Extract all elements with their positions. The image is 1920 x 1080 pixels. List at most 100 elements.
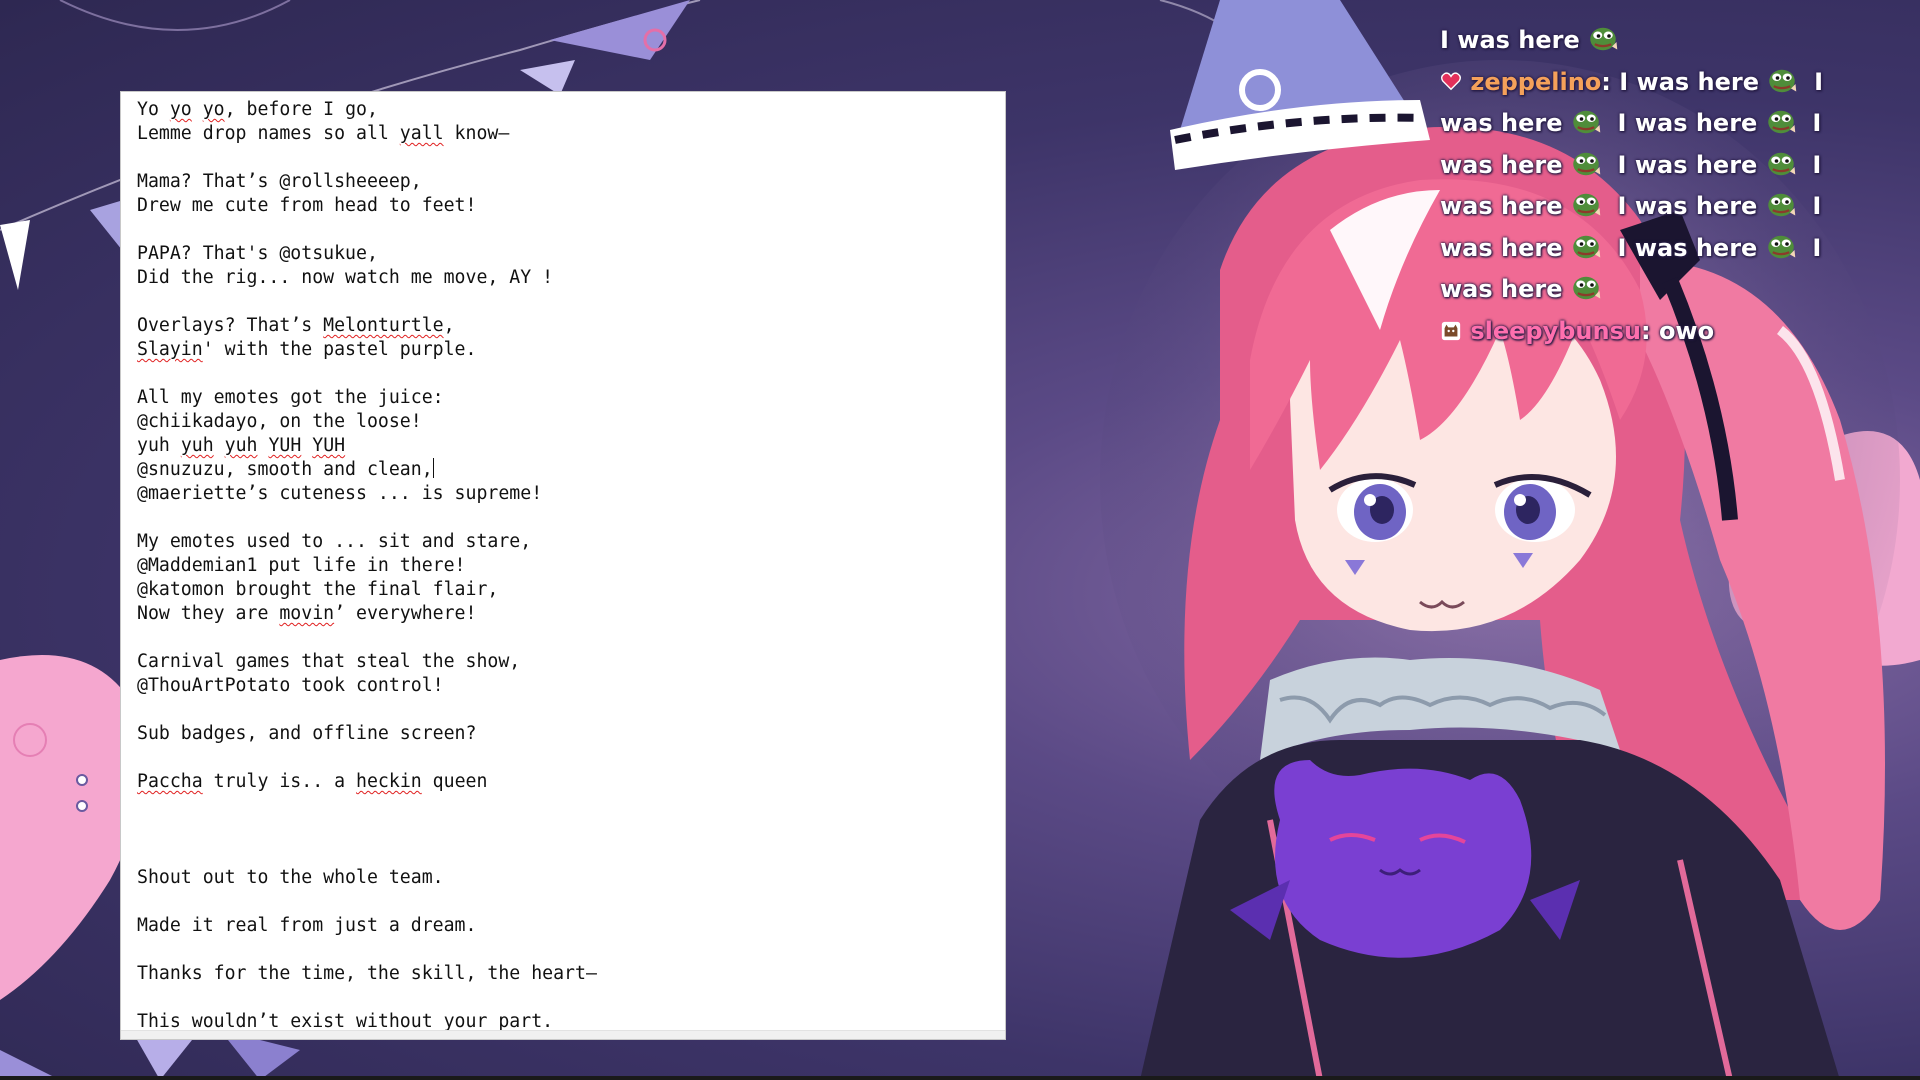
- editor-text-run: Lemme drop names so all: [137, 123, 400, 144]
- chat-message-text: I was here: [1600, 233, 1766, 262]
- chat-message-text: I: [1795, 150, 1822, 179]
- editor-text-run: Yo: [137, 99, 170, 120]
- pepe-emote-icon: [1767, 110, 1795, 134]
- editor-text-run: Drew me cute from head to feet!: [137, 195, 477, 216]
- chat-message-text: I was here: [1600, 150, 1766, 179]
- editor-text-run: @maeriette’s cuteness ... is supreme!: [137, 483, 543, 504]
- editor-line: Now they are movin’ everywhere!: [137, 602, 991, 626]
- editor-line: @chiikadayo, on the loose!: [137, 410, 991, 434]
- spellcheck-flagged-word: yuh: [224, 435, 258, 456]
- pepe-emote-icon: [1590, 27, 1618, 51]
- editor-line: Carnival games that steal the show,: [137, 650, 991, 674]
- pepe-emote-icon: [1767, 152, 1795, 175]
- editor-text-run: ’ everywhere!: [334, 603, 477, 624]
- chat-message-text: I: [1795, 233, 1822, 262]
- editor-text-run: @ThouArtPotato took control!: [137, 675, 444, 696]
- spellcheck-flagged-word: Slayin: [137, 339, 203, 360]
- editor-line: My emotes used to ... sit and stare,: [137, 530, 991, 554]
- pepe-emote-icon: [1573, 235, 1601, 258]
- chat-username[interactable]: zeppelino: [1470, 68, 1601, 96]
- chat-message: zeppelino: I was here I: [1440, 62, 1920, 104]
- editor-text-run: queen: [421, 771, 488, 792]
- editor-text-run: This wouldn’t exist without your part.: [137, 1011, 554, 1032]
- editor-line: Shout out to the whole team.: [137, 866, 991, 890]
- editor-text-run: ,: [443, 315, 455, 336]
- chat-message-text: I was here: [1600, 192, 1766, 220]
- chat-message-text: : owo: [1640, 316, 1715, 345]
- editor-text-run: Thanks for the time, the skill, the hear…: [137, 963, 597, 984]
- editor-line: Did the rig... now watch me move, AY !: [137, 266, 991, 290]
- editor-text-run: [301, 435, 312, 456]
- editor-text-run: , before I go,: [224, 99, 378, 120]
- editor-text-run: yuh: [137, 435, 181, 456]
- text-caret: [432, 458, 434, 478]
- notepad-text-editor[interactable]: Yo yo yo, before I go, Lemme drop names s…: [120, 91, 1006, 1040]
- spellcheck-flagged-word: Paccha: [137, 771, 203, 792]
- spellcheck-flagged-word: yall: [399, 123, 444, 144]
- editor-line: @Maddemian1 put life in there!: [137, 554, 991, 578]
- spellcheck-flagged-word: movin: [279, 603, 335, 624]
- chat-username[interactable]: sleepybunsu: [1470, 317, 1641, 345]
- editor-text-run: PAPA? That's @otsukue,: [137, 243, 378, 264]
- horizontal-scrollbar[interactable]: [121, 1030, 1005, 1039]
- editor-text-run: truly is.. a: [202, 771, 357, 792]
- editor-line: @maeriette’s cuteness ... is supreme!: [137, 482, 991, 506]
- editor-text-run: @snuzuzu, smooth and clean,: [137, 459, 433, 480]
- chat-message-text: was here: [1440, 150, 1571, 179]
- chat-message-text: I: [1795, 109, 1822, 137]
- spellcheck-flagged-word: YUH: [312, 435, 346, 456]
- chat-message-text: I: [1795, 192, 1822, 220]
- spellcheck-flagged-word: yo: [169, 99, 192, 120]
- spellcheck-flagged-word: yo: [202, 99, 225, 120]
- editor-line: All my emotes got the juice:: [137, 386, 991, 410]
- editor-text-run: @Maddemian1 put life in there!: [137, 555, 466, 576]
- chat-message-text: was here: [1440, 233, 1571, 262]
- editor-text-run: My emotes used to ... sit and stare,: [137, 531, 532, 552]
- editor-text-run: @katomon brought the final flair,: [137, 579, 499, 600]
- editor-line: Mama? That’s @rollsheeeep,: [137, 170, 991, 194]
- editor-text-run: All my emotes got the juice:: [137, 387, 444, 408]
- chat-message: was here I was here I: [1440, 186, 1920, 228]
- editor-line: Paccha truly is.. a heckin queen: [137, 770, 991, 794]
- spellcheck-flagged-word: Melonturtle: [323, 315, 444, 336]
- taskbar-edge: [0, 1076, 1920, 1080]
- editor-line: Sub badges, and offline screen?: [137, 722, 991, 746]
- editor-text-run: @chiikadayo, on the loose!: [137, 411, 422, 432]
- editor-line: Made it real from just a dream.: [137, 914, 991, 938]
- editor-line: Drew me cute from head to feet!: [137, 194, 991, 218]
- editor-text-run: Did the rig... now watch me move, AY !: [137, 267, 554, 288]
- pepe-emote-icon: [1767, 193, 1795, 217]
- editor-text-run: [192, 99, 203, 120]
- stream-chat-overlay: I was here zeppelino: I was here Iwas he…: [1440, 20, 1920, 352]
- chat-message: sleepybunsu: owo: [1440, 311, 1920, 353]
- editor-text-run: Now they are: [137, 603, 280, 624]
- editor-line: Slayin' with the pastel purple.: [137, 338, 991, 362]
- chat-message-text: I: [1797, 67, 1823, 96]
- editor-line: Lemme drop names so all yall know—: [137, 122, 991, 146]
- editor-text-run: know—: [443, 123, 510, 144]
- chat-message-text: was here: [1440, 192, 1571, 220]
- chat-message-text: I was here: [1600, 109, 1766, 137]
- editor-line: @ThouArtPotato took control!: [137, 674, 991, 698]
- chat-message-text: was here: [1440, 275, 1571, 303]
- pepe-emote-icon: [1573, 193, 1601, 217]
- editor-line: PAPA? That's @otsukue,: [137, 242, 991, 266]
- chat-message-text: : I was here: [1601, 67, 1768, 96]
- editor-text-run: [257, 435, 268, 456]
- chat-message-text: I was here: [1440, 26, 1589, 54]
- editor-text-area[interactable]: Yo yo yo, before I go, Lemme drop names s…: [137, 98, 991, 1032]
- heart-badge-icon: [1441, 71, 1461, 90]
- pepe-emote-icon: [1573, 110, 1601, 134]
